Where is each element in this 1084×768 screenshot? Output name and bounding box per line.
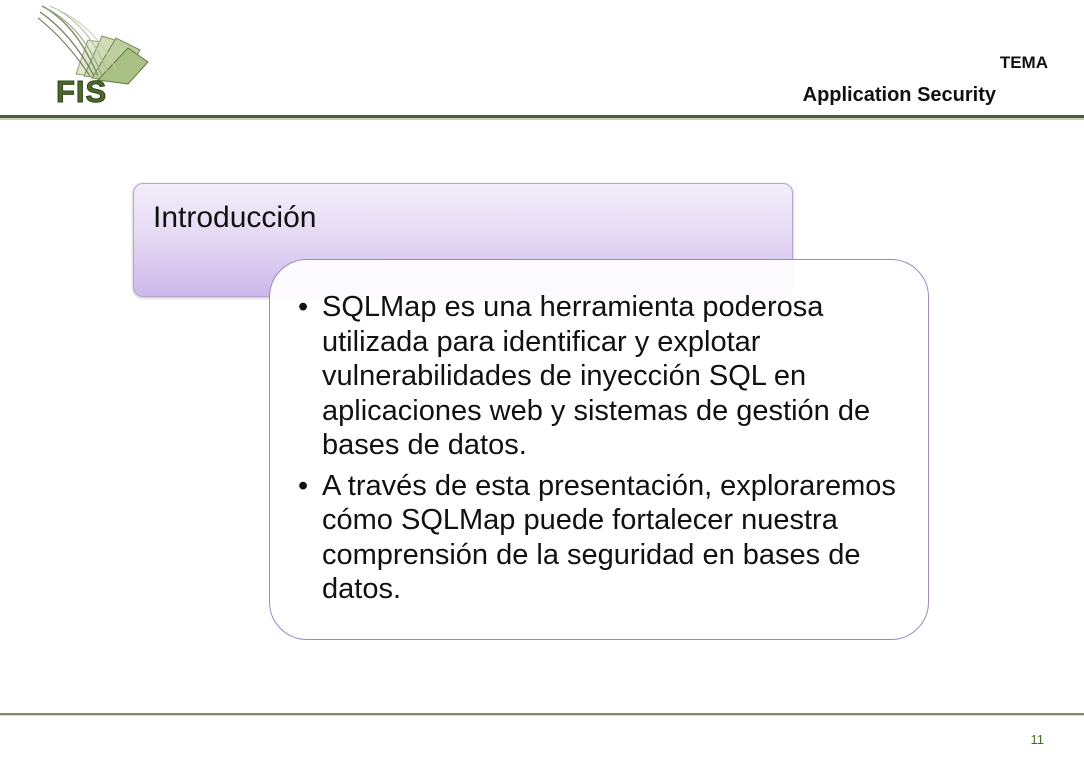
page-number: 11 xyxy=(1030,732,1045,747)
bullet-marker: • xyxy=(298,291,309,323)
bullet-text: A través de esta presentación, explorare… xyxy=(322,469,896,606)
bullet-item: • A través de esta presentación, explora… xyxy=(298,469,898,607)
bullet-list: • SQLMap es una herramienta poderosa uti… xyxy=(298,290,898,613)
bullet-item: • SQLMap es una herramienta poderosa uti… xyxy=(298,290,898,463)
logo-text: FIS xyxy=(55,74,108,109)
header-topic-value: Application Security xyxy=(802,84,996,106)
slide-title: Introducción xyxy=(153,201,317,234)
bullet-text: SQLMap es una herramienta poderosa utili… xyxy=(322,291,871,461)
bullet-marker: • xyxy=(298,469,309,502)
footer-divider-shadow xyxy=(0,715,1084,716)
header-divider-shadow xyxy=(0,118,1084,120)
slide-content-box: • SQLMap es una herramienta poderosa uti… xyxy=(269,259,929,640)
header-topic-label: TEMA xyxy=(999,53,1048,72)
